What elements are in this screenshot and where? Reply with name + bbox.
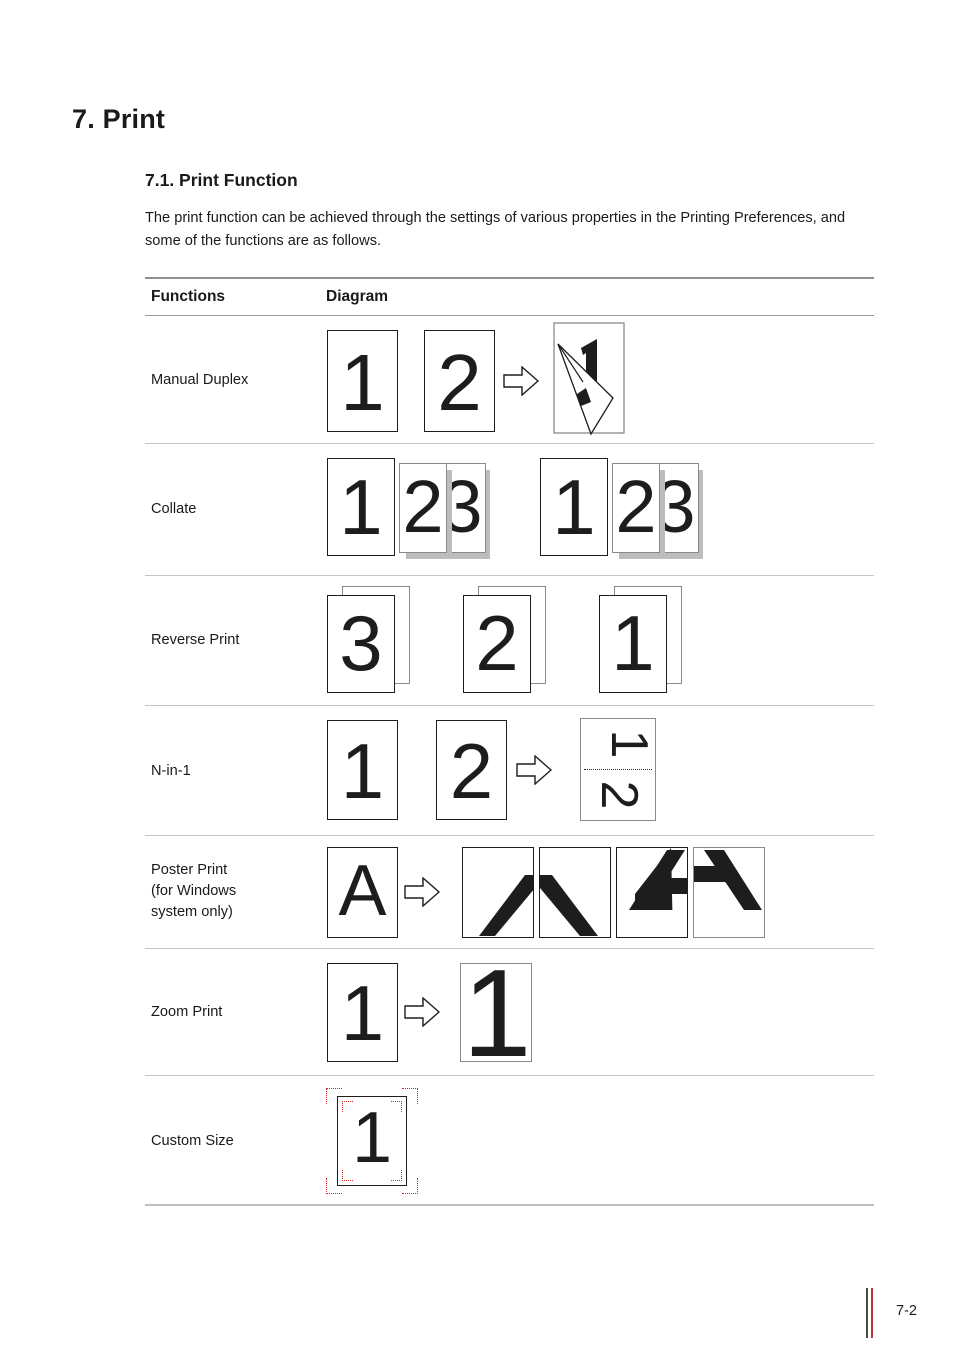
page-sheet-flipped [553,322,627,436]
table-row: Zoom Print 1 1 [145,949,874,1076]
page-sheet: 2 [436,720,507,820]
print-functions-table: Functions Diagram Manual Duplex 1 2 Coll… [145,277,874,1206]
diagram-manual-duplex: 1 2 [326,316,874,443]
nin1-slot-bottom: 2 [590,780,648,810]
page-sheet: 2 [424,330,495,432]
crop-mark-icon [391,1170,402,1181]
diagram-n-in-1: 1 2 1 2 [326,706,874,835]
row-label-reverse-print: Reverse Print [151,632,240,648]
row-label-manual-duplex: Manual Duplex [151,372,249,388]
row-label-custom-size: Custom Size [151,1133,234,1149]
right-arrow-icon [503,365,540,397]
row-label-poster-print: Poster Print (for Windows system only) [151,862,237,920]
page-sheet: 1 [327,963,398,1062]
page-sheet-enlarged: 1 [460,963,532,1062]
poster-tile [539,847,611,938]
footer-divider-dark [866,1288,868,1338]
right-arrow-icon [404,876,441,908]
row-label-n-in-1: N-in-1 [151,763,191,779]
poster-tile [616,847,688,938]
page-sheet: 1 [327,720,398,820]
crop-mark-icon [391,1101,402,1112]
row-label-zoom-print: Zoom Print [151,1004,223,1020]
page-sheet: 3 [327,595,395,693]
page-sheet: 2 [399,463,447,553]
row-label-collate: Collate [151,501,197,517]
table-header-row: Functions Diagram [145,279,874,316]
diagram-reverse-print: 3 2 1 [326,576,874,705]
right-arrow-icon [404,996,441,1028]
diagram-zoom-print: 1 1 [326,949,874,1075]
page-sheet: 1 [327,458,395,556]
page-sheet: 2 [612,463,660,553]
table-row: N-in-1 1 2 1 2 [145,706,874,836]
page-sheet: 1 [327,330,398,432]
page-sheet: 1 [337,1096,407,1186]
custom-size-frame: 1 [326,1088,418,1194]
table-row: Custom Size 1 [145,1076,874,1206]
page-number: 7-2 [896,1303,917,1319]
footer-divider-red [871,1288,873,1338]
table-row: Collate 3 2 1 3 2 1 [145,444,874,576]
poster-tile [693,847,765,938]
intro-paragraph: The print function can be achieved throu… [145,210,846,249]
crop-mark-icon [342,1170,353,1181]
section-title: 7.1. Print Function [145,170,298,190]
page-sheet-combined: 1 2 [580,718,656,821]
column-header-diagram: Diagram [326,288,389,305]
page-sheet: 1 [540,458,608,556]
diagram-poster-print: A [326,836,874,948]
table-row: Reverse Print 3 2 1 [145,576,874,706]
page-sheet: 2 [463,595,531,693]
table-row: Poster Print (for Windows system only) A [145,836,874,949]
nin1-slot-top: 1 [600,729,656,759]
poster-tile [462,847,534,938]
right-arrow-icon [516,754,553,786]
page-title: 7. Print [72,104,166,134]
table-row: Manual Duplex 1 2 [145,316,874,444]
column-header-functions: Functions [151,288,226,305]
diagram-custom-size: 1 [326,1076,874,1204]
page-sheet: 1 [599,595,667,693]
page-sheet: A [327,847,398,938]
crop-mark-icon [342,1101,353,1112]
diagram-collate: 3 2 1 3 2 1 [326,444,874,575]
